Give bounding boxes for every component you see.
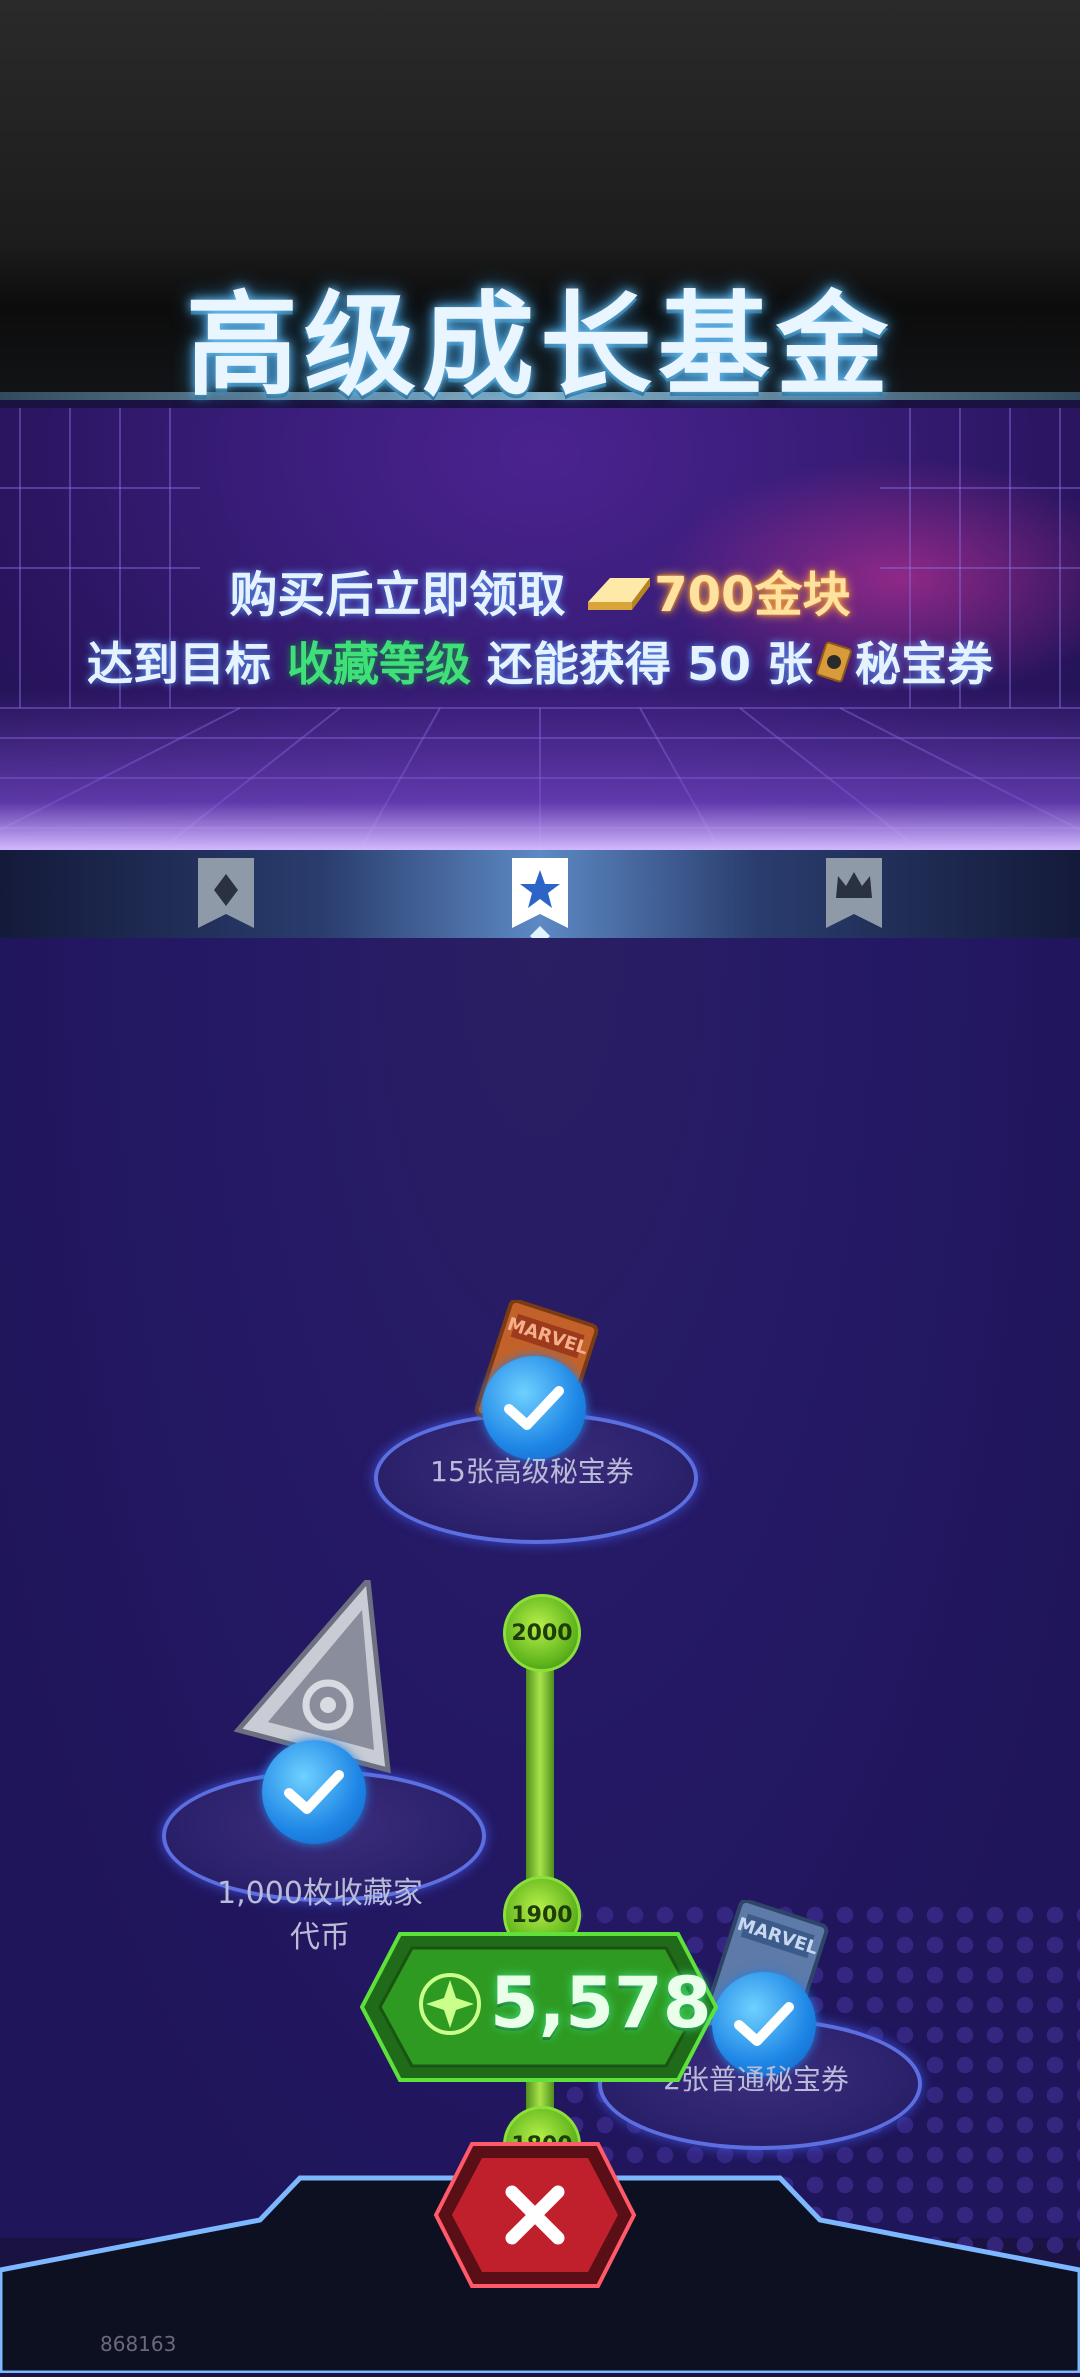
tab-crown[interactable] <box>824 858 884 930</box>
top-dim-overlay <box>0 0 1080 250</box>
reward-item-premium-tickets[interactable] <box>374 1412 690 1536</box>
page-title: 高级成长基金 <box>186 281 894 411</box>
star-icon <box>512 858 568 928</box>
ticket-icon <box>813 639 855 696</box>
tab-diamond[interactable] <box>196 858 256 930</box>
level-node-2000: 2000 <box>503 1594 581 1672</box>
collection-level-value: 5,578 <box>490 1962 712 2044</box>
tab-star[interactable] <box>510 858 570 930</box>
reward-item-collector-tokens[interactable] <box>162 1770 478 1894</box>
diamond-icon <box>198 858 254 928</box>
gold-bar-icon <box>582 568 654 628</box>
close-icon <box>433 2142 637 2288</box>
banner-line-1: 购买后立即领取 700金块 <box>0 555 1080 628</box>
close-button[interactable] <box>432 2140 638 2290</box>
crown-icon <box>826 858 882 928</box>
sparkle-icon <box>418 1972 482 2036</box>
footer-id: 868163 <box>100 2332 177 2356</box>
banner-line-2: 达到目标 收藏等级 还能获得 50 张秘宝券 <box>0 628 1080 696</box>
